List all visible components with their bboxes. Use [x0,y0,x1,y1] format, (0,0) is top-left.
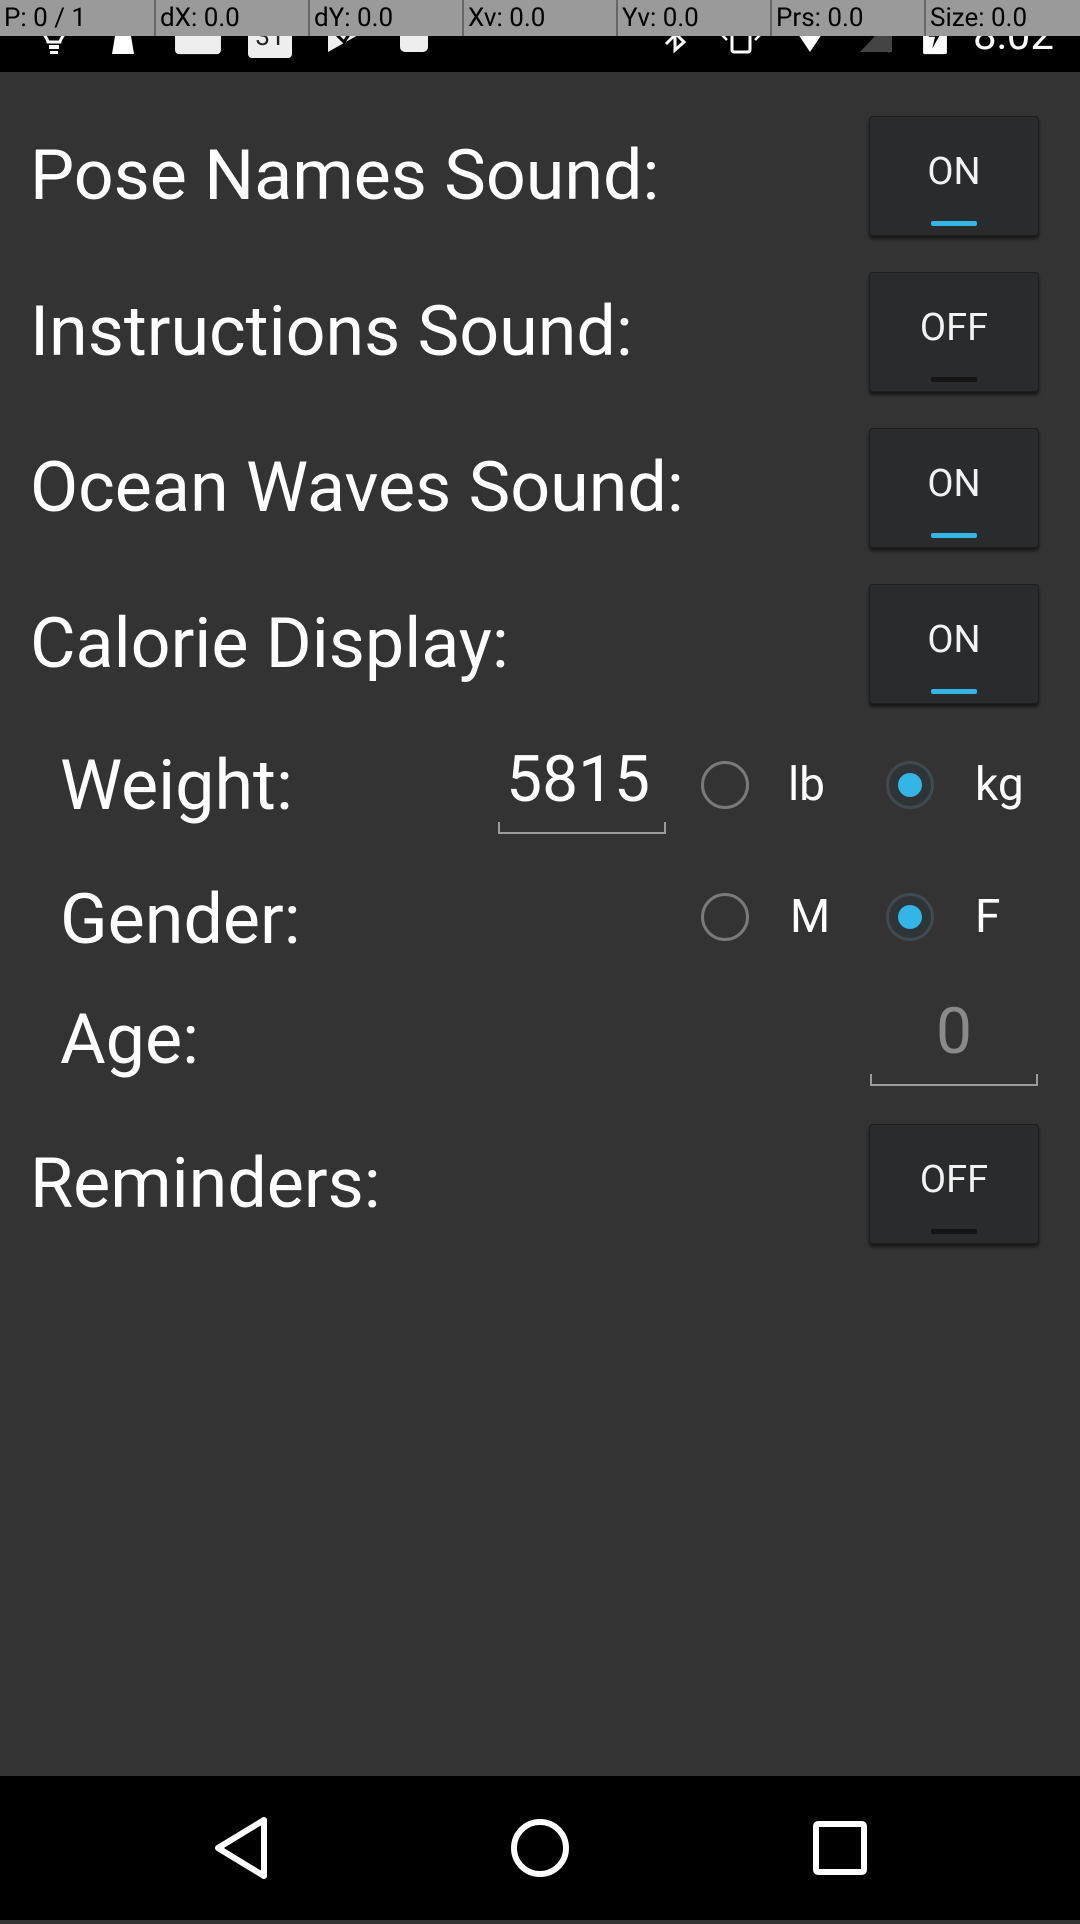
back-button[interactable] [162,1776,322,1920]
age-input[interactable]: 0 [870,982,1038,1086]
pose-names-sound-label: Pose Names Sound: [30,135,660,217]
toggle-indicator [931,689,977,694]
reminders-toggle[interactable]: OFF [869,1124,1039,1244]
status-bar: 31 8:02 P: 0 / 1 dX: 0.0 dY: 0.0 Xv: 0.0… [0,0,1080,72]
gender-m-radio[interactable] [701,893,749,941]
calorie-display-toggle[interactable]: ON [869,584,1039,704]
weight-unit-kg-label: kg [975,758,1024,812]
gender-f-radio[interactable] [886,893,934,941]
debug-prs: Prs: 0.0 [770,0,924,36]
reminders-state: OFF [919,1158,989,1202]
toggle-indicator [931,377,977,382]
debug-dy: dY: 0.0 [308,0,462,36]
weight-unit-lb-label: lb [788,758,826,812]
instructions-sound-label: Instructions Sound: [30,291,633,373]
toggle-indicator [931,1229,977,1234]
pointer-debug-bar: P: 0 / 1 dX: 0.0 dY: 0.0 Xv: 0.0 Yv: 0.0… [0,0,1080,36]
weight-unit-lb-radio[interactable] [701,761,749,809]
debug-yv: Yv: 0.0 [616,0,770,36]
debug-xv: Xv: 0.0 [462,0,616,36]
pose-names-sound-state: ON [927,150,981,194]
home-icon [511,1819,569,1877]
gender-m-label: M [790,890,831,944]
instructions-sound-toggle[interactable]: OFF [869,272,1039,392]
ocean-waves-sound-toggle[interactable]: ON [869,428,1039,548]
calorie-display-state: ON [927,618,981,662]
weight-input[interactable]: 5815 [498,730,666,834]
weight-label: Weight: [60,745,293,827]
navigation-bar [0,1776,1080,1920]
debug-pointer: P: 0 / 1 [4,3,86,33]
home-button[interactable] [460,1776,620,1920]
toggle-indicator [931,533,977,538]
recents-icon [813,1821,867,1875]
age-placeholder: 0 [936,994,972,1069]
toggle-indicator [931,221,977,226]
back-icon [215,1817,267,1879]
gender-f-label: F [975,890,1001,944]
debug-dx: dX: 0.0 [154,0,308,36]
reminders-label: Reminders: [30,1143,381,1225]
weight-value: 5815 [506,742,650,817]
weight-unit-kg-radio[interactable] [886,761,934,809]
pose-names-sound-toggle[interactable]: ON [869,116,1039,236]
calorie-display-label: Calorie Display: [30,603,509,685]
ocean-waves-sound-state: ON [927,462,981,506]
ocean-waves-sound-label: Ocean Waves Sound: [30,447,684,529]
age-label: Age: [60,999,200,1081]
debug-size: Size: 0.0 [924,0,1080,36]
recents-button[interactable] [760,1776,920,1920]
instructions-sound-state: OFF [919,306,989,350]
gender-label: Gender: [60,879,301,961]
